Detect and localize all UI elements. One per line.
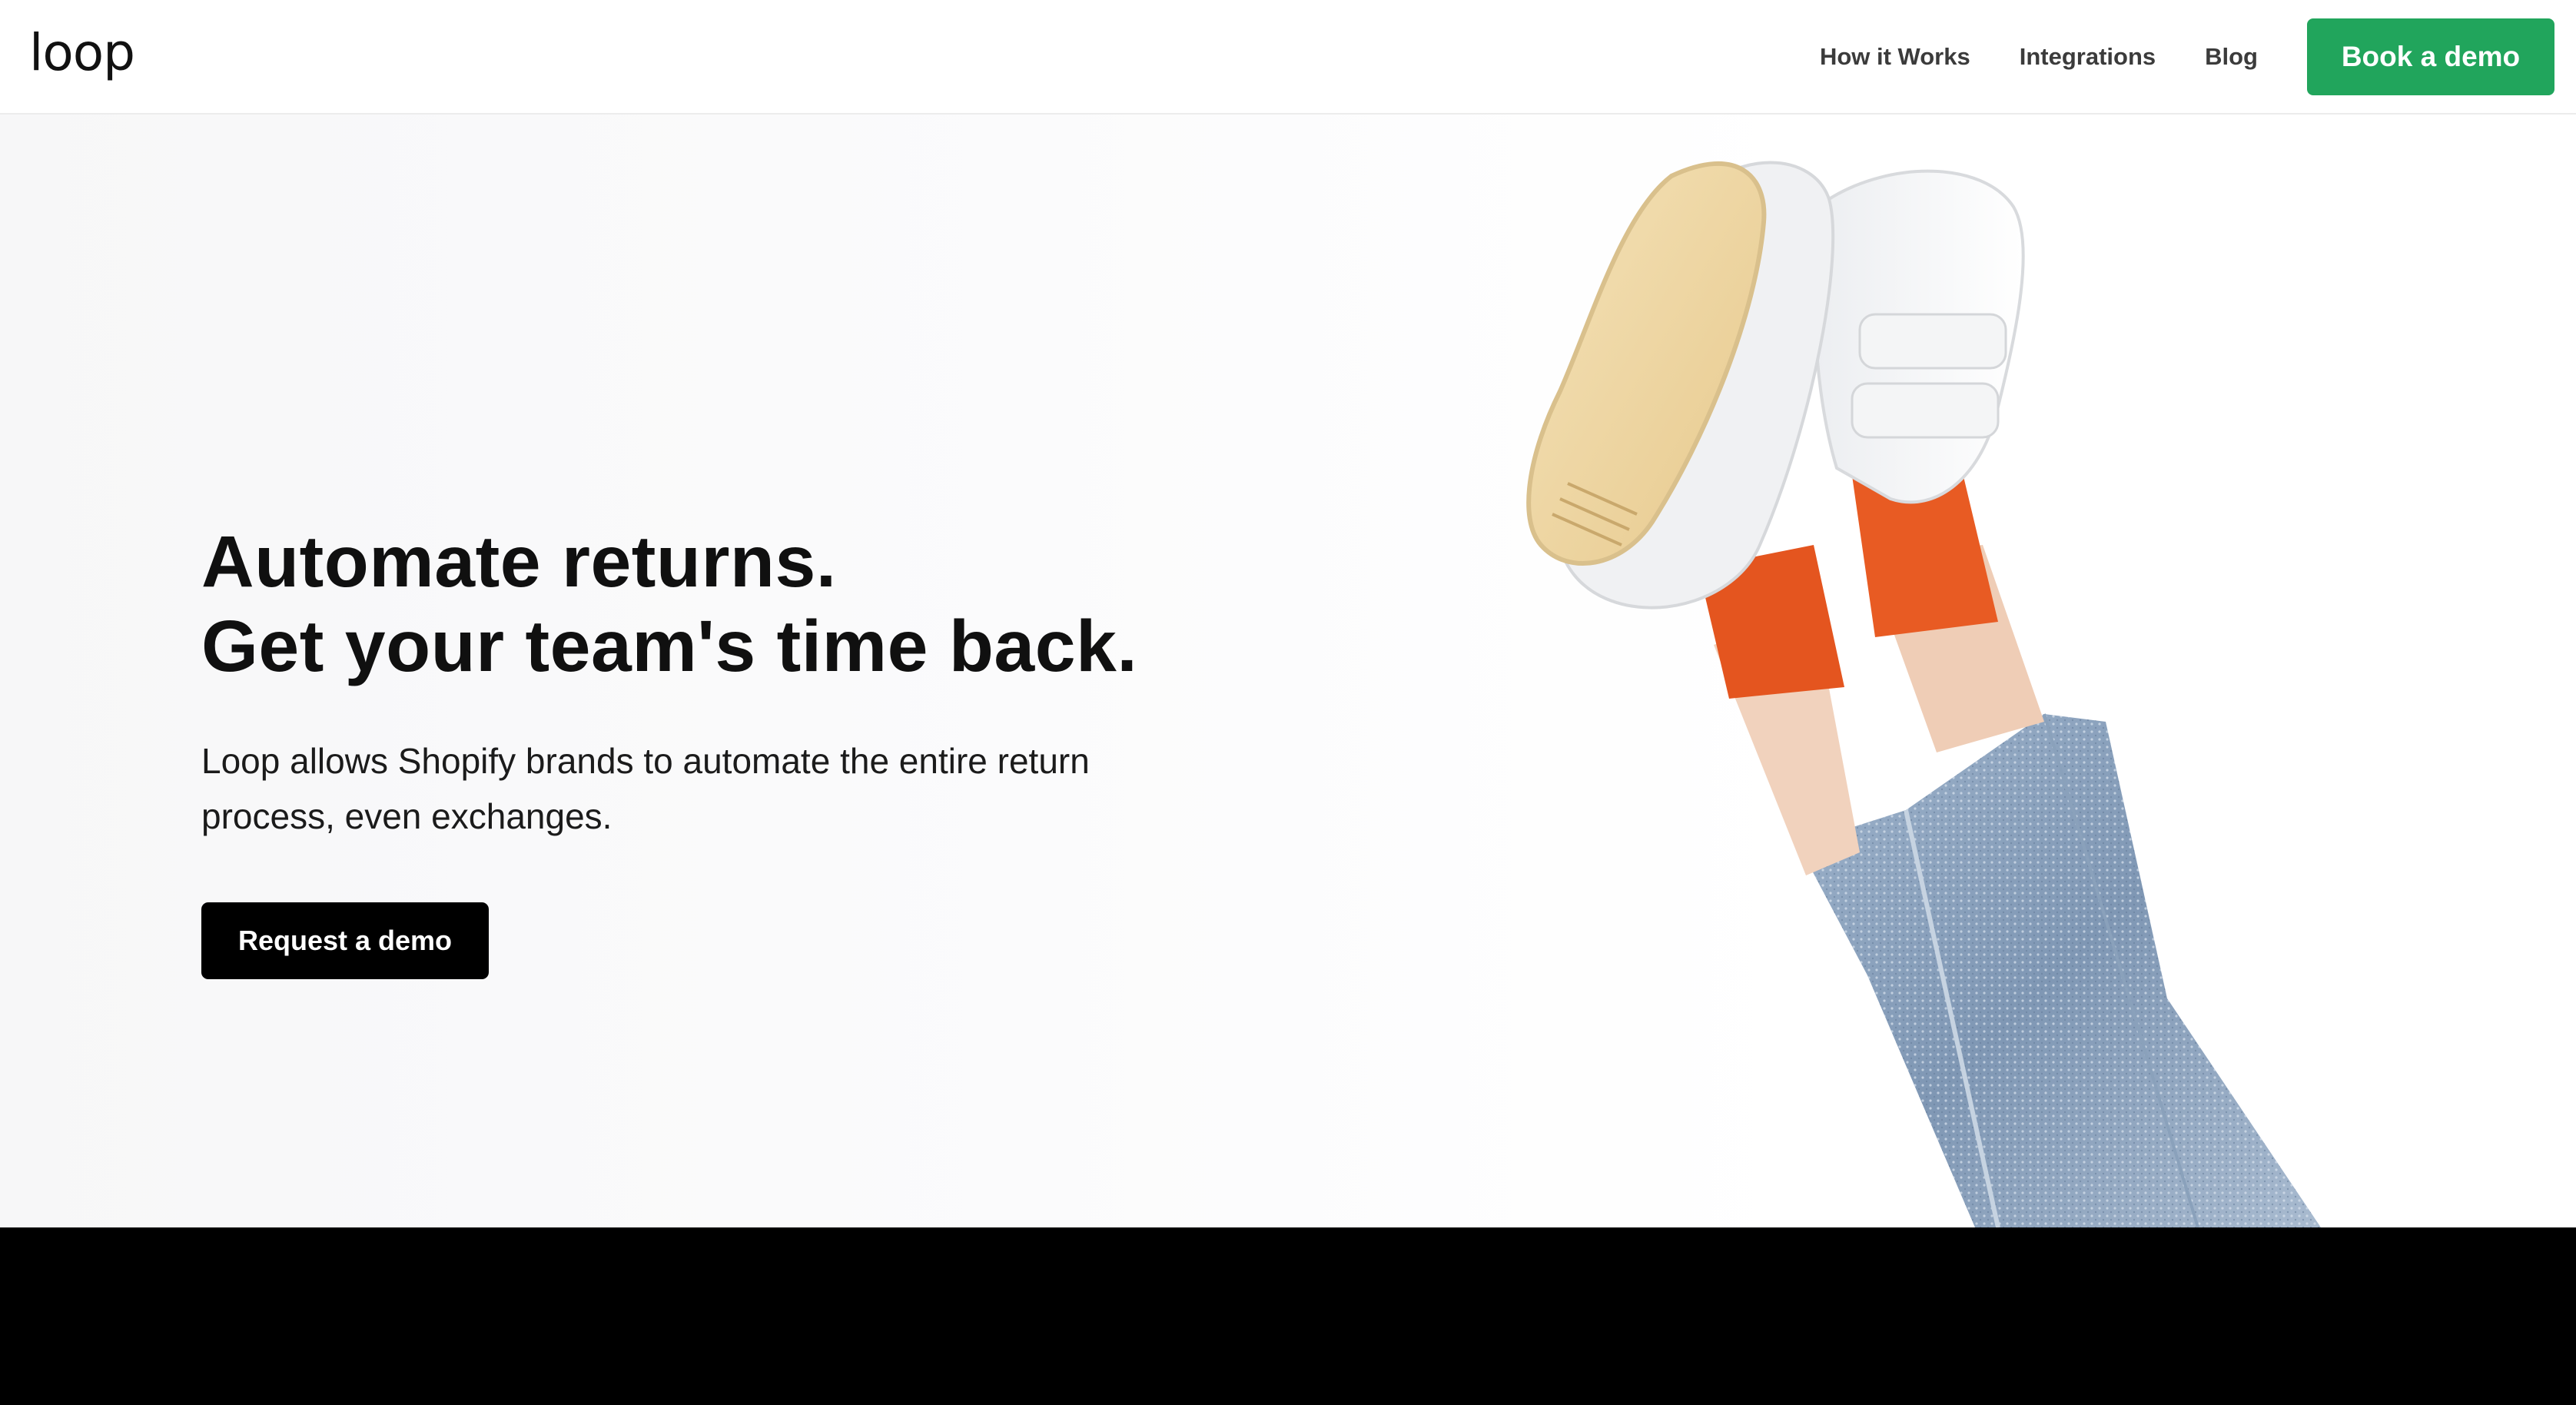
page: loop How it Works Integrations Blog Book… [0,0,2576,1405]
hero-subtext: Loop allows Shopify brands to automate t… [201,741,1090,836]
footer-band [0,1227,2576,1405]
hero-section: Automate returns. Get your team's time b… [0,115,2576,1227]
hero-photo-sneakers [1526,161,2321,1227]
hero-headline: Automate returns. Get your team's time b… [201,520,1277,689]
request-demo-button[interactable]: Request a demo [201,902,489,979]
hero-text-block: Automate returns. Get your team's time b… [201,520,1277,979]
book-demo-button[interactable]: Book a demo [2307,18,2554,95]
hero-headline-line-1: Automate returns. [201,521,837,603]
site-header: loop How it Works Integrations Blog Book… [0,0,2576,115]
nav-link-blog[interactable]: Blog [2205,43,2258,71]
nav-link-integrations[interactable]: Integrations [2020,43,2156,71]
jeans-shape [1798,713,2321,1227]
hero-headline-line-2: Get your team's time back. [201,606,1138,687]
loop-logo[interactable]: loop [29,28,135,78]
main-nav: How it Works Integrations Blog Book a de… [1820,18,2554,95]
nav-link-how-it-works[interactable]: How it Works [1820,43,1970,71]
